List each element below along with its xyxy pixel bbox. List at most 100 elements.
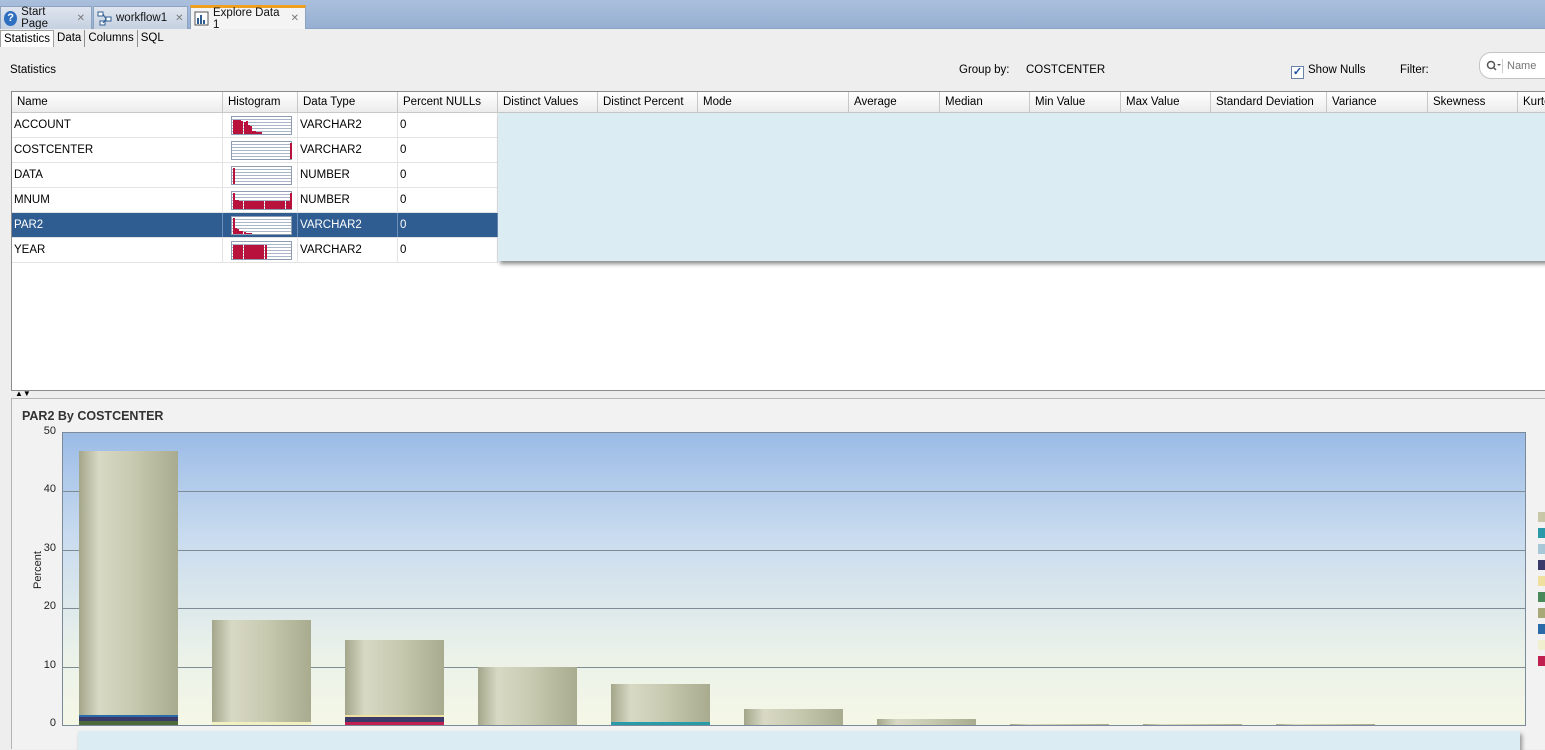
bar[interactable]	[79, 450, 178, 725]
table-row[interactable]: PAR2 VARCHAR2 0	[12, 213, 498, 238]
cell-percent-nulls: 0	[398, 138, 498, 162]
histogram-bar	[260, 132, 263, 134]
column-header[interactable]: Distinct Values	[498, 92, 598, 113]
document-tab-bar: ? Start Page ✕ workflow1 ✕ Explore Data …	[0, 0, 1545, 31]
group-by-label: Group by:	[959, 64, 1010, 76]
tab-explore-data-1[interactable]: Explore Data 1 ✕	[190, 5, 306, 31]
column-header[interactable]: Mode	[698, 92, 849, 113]
tab-workflow1[interactable]: workflow1 ✕	[93, 6, 188, 29]
column-header[interactable]: Percent NULLs	[398, 92, 498, 113]
filter-input[interactable]	[1502, 58, 1542, 73]
histogram-bar	[289, 142, 292, 159]
tab-sql[interactable]: SQL	[138, 30, 167, 47]
panel-splitter[interactable]: ▲▼	[11, 390, 1545, 398]
column-header[interactable]: Min Value	[1030, 92, 1121, 113]
cell-histogram	[223, 238, 298, 262]
legend-swatch	[1538, 576, 1545, 586]
table-row[interactable]: ACCOUNT VARCHAR2 0	[12, 113, 498, 138]
gridline	[63, 491, 1525, 493]
cell-name: DATA	[12, 163, 223, 187]
cell-name: PAR2	[12, 213, 223, 237]
column-header[interactable]: Histogram	[223, 92, 298, 113]
legend-swatch	[1538, 624, 1545, 634]
y-tick-label: 40	[43, 483, 56, 496]
column-header[interactable]: Median	[940, 92, 1030, 113]
explore-data-icon	[194, 11, 209, 26]
legend-swatch	[1538, 608, 1545, 618]
table-row[interactable]: YEAR VARCHAR2 0	[12, 238, 498, 263]
bar[interactable]	[744, 708, 843, 725]
bar-segment	[345, 717, 444, 722]
legend-swatch	[1538, 592, 1545, 602]
show-nulls-toggle[interactable]: ✓ Show Nulls	[1291, 64, 1366, 79]
gridline	[63, 549, 1525, 551]
legend-swatch	[1538, 560, 1545, 570]
bar-segment	[79, 717, 178, 721]
tab-data[interactable]: Data	[54, 30, 86, 47]
cell-data-type: NUMBER	[298, 163, 398, 187]
search-icon[interactable]	[1486, 60, 1502, 72]
cell-percent-nulls: 0	[398, 238, 498, 262]
tab-columns[interactable]: Columns	[85, 30, 138, 47]
column-header[interactable]: Variance	[1327, 92, 1428, 113]
bar[interactable]	[478, 666, 577, 725]
bar[interactable]	[1143, 723, 1242, 725]
cell-name: COSTCENTER	[12, 138, 223, 162]
table-row[interactable]: COSTCENTER VARCHAR2 0	[12, 138, 498, 163]
column-header[interactable]: Distinct Percent	[598, 92, 698, 113]
cell-name: ACCOUNT	[12, 113, 223, 137]
splitter-arrows-icon[interactable]: ▲▼	[15, 390, 31, 398]
legend	[1538, 512, 1545, 672]
cell-histogram	[223, 188, 298, 212]
column-header[interactable]: Data Type	[298, 92, 398, 113]
column-header[interactable]: Standard Deviation	[1211, 92, 1327, 113]
cell-data-type: VARCHAR2	[298, 213, 398, 237]
tab-label: Explore Data 1	[213, 6, 280, 31]
y-tick-label: 20	[43, 600, 56, 613]
close-icon[interactable]: ✕	[291, 13, 299, 24]
tab-statistics[interactable]: Statistics	[0, 30, 55, 47]
y-tick-label: 30	[43, 541, 56, 554]
histogram-bar	[264, 245, 267, 259]
bar-segment	[79, 714, 178, 718]
cell-histogram	[223, 213, 298, 237]
close-icon[interactable]: ✕	[175, 13, 183, 24]
cell-histogram	[223, 113, 298, 137]
workflow-icon	[97, 11, 112, 26]
cell-data-type: VARCHAR2	[298, 138, 398, 162]
bar-segment	[79, 720, 178, 725]
close-icon[interactable]: ✕	[77, 13, 85, 24]
bar[interactable]	[345, 640, 444, 725]
column-header[interactable]: Kurto	[1518, 92, 1545, 113]
chart-title: PAR2 By COSTCENTER	[22, 409, 164, 423]
cell-percent-nulls: 0	[398, 113, 498, 137]
cell-name: MNUM	[12, 188, 223, 212]
cell-histogram	[223, 138, 298, 162]
histogram-thumbnail	[231, 191, 292, 210]
show-nulls-label: Show Nulls	[1308, 64, 1366, 76]
group-by-value[interactable]: COSTCENTER	[1026, 64, 1105, 76]
cell-percent-nulls: 0	[398, 163, 498, 187]
table-row[interactable]: DATA NUMBER 0	[12, 163, 498, 188]
column-header[interactable]: Skewness	[1428, 92, 1518, 113]
bar[interactable]	[1276, 723, 1375, 725]
y-tick-label: 50	[43, 425, 56, 437]
histogram-thumbnail	[231, 216, 292, 235]
filter-field[interactable]	[1479, 52, 1545, 79]
bar[interactable]	[1010, 723, 1109, 725]
checkbox-checked-icon[interactable]: ✓	[1291, 66, 1304, 79]
gridline	[63, 608, 1525, 610]
table-row[interactable]: MNUM NUMBER 0	[12, 188, 498, 213]
column-header[interactable]: Name	[12, 92, 223, 113]
bar[interactable]	[877, 719, 976, 725]
tab-start-page[interactable]: ? Start Page ✕	[0, 6, 92, 30]
chart-panel: PAR2 By COSTCENTER Percent 0 10 20 30 40 50	[11, 398, 1545, 750]
cell-name: YEAR	[12, 238, 223, 262]
column-header[interactable]: Average	[849, 92, 940, 113]
bar-segment	[345, 715, 444, 718]
legend-swatch	[1538, 528, 1545, 538]
column-header[interactable]: Max Value	[1121, 92, 1211, 113]
bar[interactable]	[611, 684, 710, 725]
bar[interactable]	[212, 619, 311, 725]
cell-data-type: NUMBER	[298, 188, 398, 212]
